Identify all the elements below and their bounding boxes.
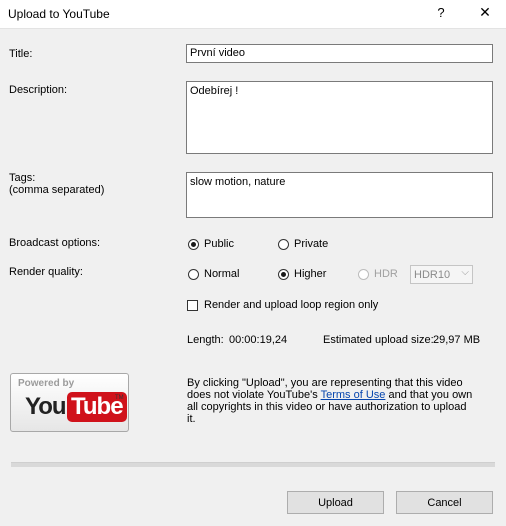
radio-public[interactable]: Public [188,238,234,250]
tags-label: Tags: [9,172,36,184]
tags-textarea[interactable]: slow motion, nature [186,172,493,218]
loop-region-label: Render and upload loop region only [204,299,379,311]
broadcast-options-label: Broadcast options: [9,237,101,249]
radio-normal-label: Normal [204,268,240,280]
radio-normal[interactable]: Normal [188,268,239,280]
radio-higher-indicator[interactable] [278,268,289,280]
youtube-logo: Powered by You Tube TM [10,373,129,432]
logo-you-text: You [25,393,67,420]
render-quality-label: Render quality: [9,266,83,278]
hdr-format-select: HDR10 ⌵ [410,265,473,284]
upload-button[interactable]: Upload [287,491,384,514]
title-input[interactable]: První video [186,44,493,63]
radio-public-label: Public [204,238,234,250]
radio-private[interactable]: Private [278,238,328,250]
upload-size-label: Estimated upload size: [323,334,434,346]
logo-tm-text: TM [115,395,124,401]
separator [11,462,495,467]
radio-higher[interactable]: Higher [278,268,326,280]
close-button[interactable]: ✕ [478,4,492,21]
tags-sublabel: (comma separated) [9,184,105,196]
help-button[interactable]: ? [434,5,448,20]
radio-hdr-indicator [358,268,369,280]
upload-size-value: 29,97 MB [433,334,481,346]
radio-private-label: Private [294,238,329,250]
loop-region-checkbox-box[interactable] [187,299,198,311]
description-textarea[interactable]: Odebírej ! [186,81,493,154]
chevron-down-icon: ⌵ [461,267,469,278]
legal-notice: By clicking "Upload", you are representi… [187,377,477,425]
description-label: Description: [9,84,68,96]
length-label: Length: [187,334,224,346]
hdr-format-value: HDR10 [414,268,451,281]
powered-by-text: Powered by [18,378,75,389]
radio-higher-label: Higher [294,268,327,280]
radio-hdr-label: HDR [374,268,398,280]
window-title: Upload to YouTube [8,7,110,21]
radio-public-indicator[interactable] [188,238,199,250]
radio-hdr: HDR [358,268,398,280]
title-bar: Upload to YouTube ? ✕ [0,0,506,29]
radio-private-indicator[interactable] [278,238,289,250]
length-value: 00:00:19,24 [229,334,288,346]
title-label: Title: [9,48,33,60]
radio-normal-indicator[interactable] [188,268,199,280]
terms-of-use-link[interactable]: Terms of Use [321,389,386,401]
loop-region-checkbox[interactable]: Render and upload loop region only [187,299,378,311]
cancel-button[interactable]: Cancel [396,491,493,514]
